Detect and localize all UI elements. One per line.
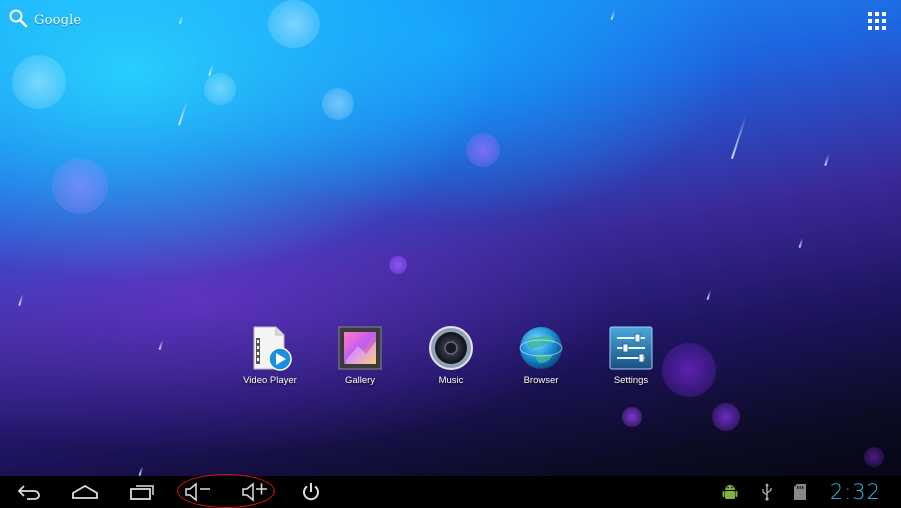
volume-down-button[interactable] [180,476,214,508]
google-search-bar[interactable]: Google [8,9,81,31]
power-button[interactable] [294,476,328,508]
app-settings[interactable]: Settings [589,324,673,386]
wallpaper-bokeh [622,407,642,427]
wallpaper-bokeh [322,88,354,120]
sd-card-icon [794,484,806,500]
volume-up-icon [242,482,267,502]
wallpaper-bokeh [389,256,407,274]
video-player-icon [246,324,294,372]
wallpaper-bokeh [52,158,108,214]
power-icon [303,483,319,501]
home-screen: Google Video Player Gallery Music Browse… [0,0,901,508]
sd-card-status [791,476,809,508]
app-label: Gallery [344,375,376,386]
search-icon [8,8,28,32]
app-gallery[interactable]: Gallery [318,324,402,386]
app-label: Video Player [243,375,297,386]
system-navigation-bar: 2:32 [0,476,901,508]
app-browser[interactable]: Browser [499,324,583,386]
wallpaper-streak [798,237,804,249]
volume-up-button[interactable] [237,476,271,508]
android-debug-status [720,476,740,508]
app-video-player[interactable]: Video Player [228,324,312,386]
gallery-icon [336,324,384,372]
search-label: Google [34,12,82,28]
all-apps-icon [868,12,872,16]
wallpaper-bokeh [204,73,236,105]
settings-sliders-icon [607,324,655,372]
wallpaper-streak [138,465,144,477]
volume-down-icon [185,482,210,502]
wallpaper-streak [610,9,616,21]
wallpaper-streak [730,114,748,160]
music-speaker-icon [427,324,475,372]
wallpaper-bokeh [864,447,884,467]
home-button[interactable] [68,476,102,508]
recent-apps-icon [130,485,154,500]
back-button[interactable] [12,476,46,508]
usb-icon [762,483,772,501]
app-label: Music [438,375,464,386]
android-debug-icon [722,485,738,499]
wallpaper-bokeh [268,0,320,48]
app-label: Browser [523,375,559,386]
back-icon [17,485,40,500]
globe-icon [517,324,565,372]
wallpaper-bokeh [12,55,66,109]
wallpaper-streak [178,100,188,126]
all-apps-button[interactable] [867,11,887,31]
wallpaper-streak [158,339,164,351]
app-music[interactable]: Music [409,324,493,386]
status-clock: 2:32 [829,480,881,504]
recent-apps-button[interactable] [125,476,159,508]
wallpaper-streak [706,289,712,301]
wallpaper-streak [824,153,830,167]
wallpaper-bokeh [466,133,500,167]
wallpaper-streak [18,293,24,307]
app-label: Settings [613,375,649,386]
usb-status [758,476,776,508]
wallpaper-streak [178,15,184,25]
home-icon [72,484,98,499]
wallpaper-bokeh [712,403,740,431]
